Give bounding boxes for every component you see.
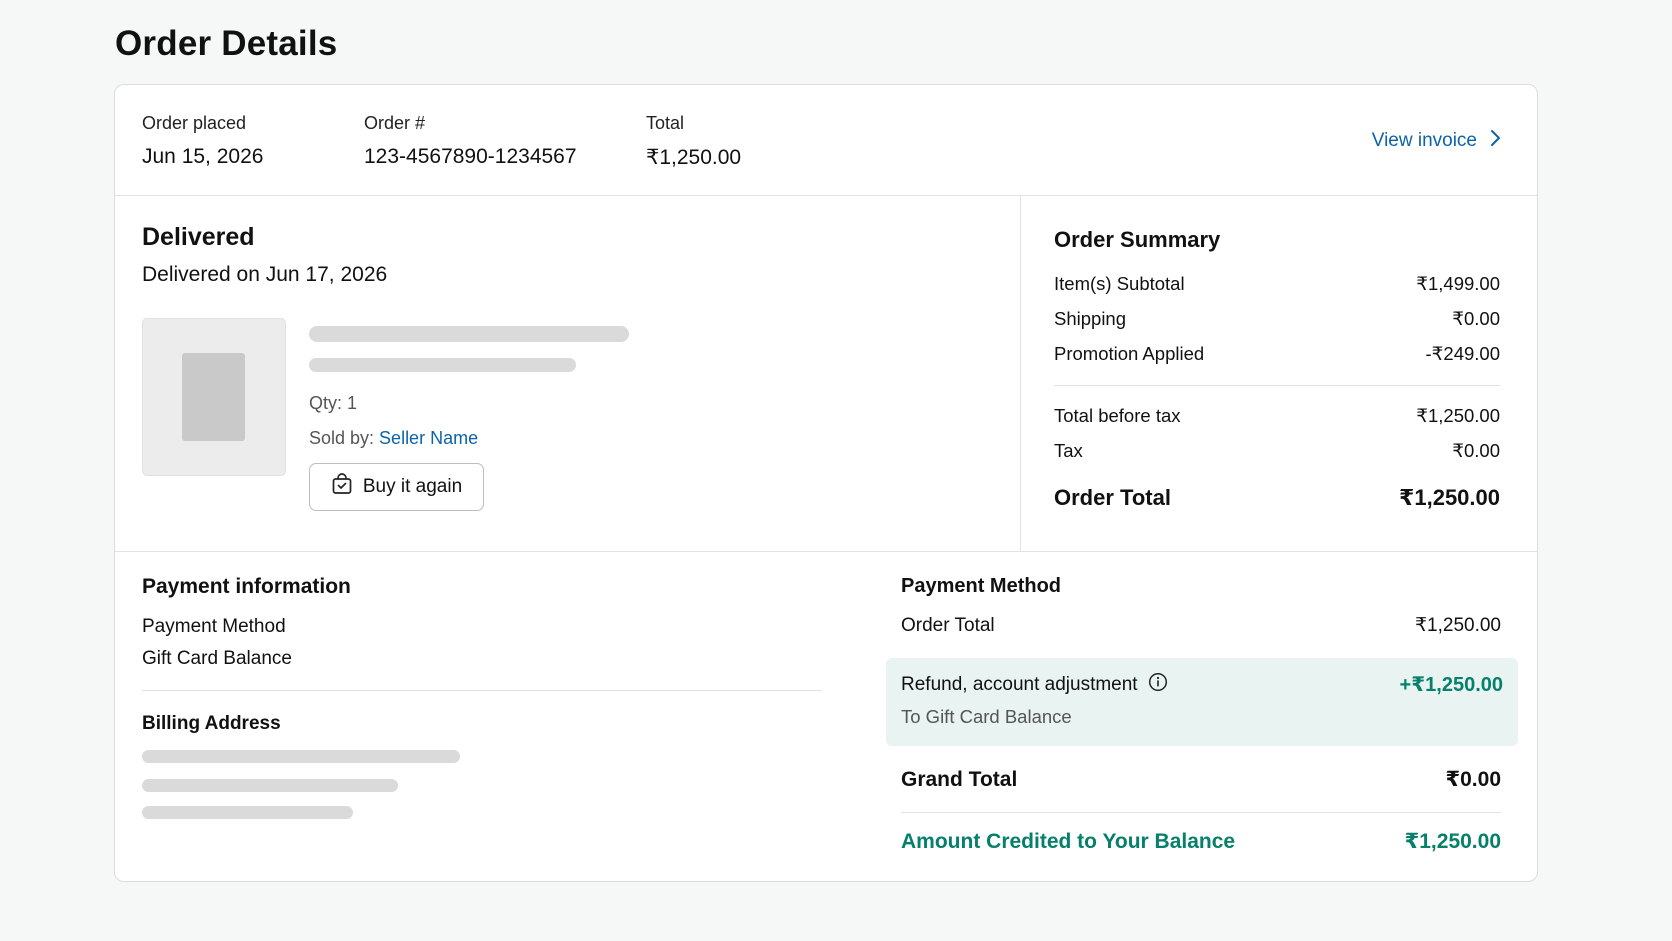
order-total-row: Order Total ₹1,250.00 [1054,480,1500,515]
summary-row: Tax ₹0.00 [1054,433,1500,468]
product-image-placeholder [182,353,245,441]
refund-amount: +₹1,250.00 [1399,674,1503,696]
summary-divider [1054,385,1500,386]
order-number-value: 123-4567890-1234567 [364,145,577,168]
view-invoice-label: View invoice [1371,130,1477,151]
payment-order-total-label: Order Total [901,614,995,636]
summary-row: Total before tax ₹1,250.00 [1054,398,1500,433]
payment-order-total-row: Order Total ₹1,250.00 [901,614,1501,637]
delivery-status: Delivered [142,223,255,251]
summary-row-label: Shipping [1054,307,1127,329]
order-summary: Order Summary Item(s) Subtotal ₹1,499.00… [1054,227,1500,515]
order-total-label: Total [646,113,685,133]
payment-method-breakdown: Payment Method Order Total ₹1,250.00 [901,575,1501,637]
summary-row-value: ₹0.00 [1452,439,1500,461]
summary-row-label: Tax [1054,439,1083,461]
order-placed-label: Order placed [142,113,247,133]
payment-information-title: Payment information [142,575,351,598]
payment-method-label: Payment Method [142,616,286,637]
billing-address-line-placeholder [142,779,398,792]
summary-row-label: Promotion Applied [1054,342,1205,364]
order-number-label: Order # [364,113,426,133]
billing-address-line-placeholder [142,806,353,819]
summary-row-label: Item(s) Subtotal [1054,272,1185,294]
summary-row-value: ₹0.00 [1452,307,1500,329]
grand-total-divider [901,812,1501,813]
summary-row: Item(s) Subtotal ₹1,499.00 [1054,266,1500,301]
summary-row-value: ₹1,250.00 [1416,404,1500,426]
payment-method-value: Gift Card Balance [142,648,292,669]
delivery-date: Delivered on Jun 17, 2026 [142,263,388,286]
summary-row-label: Total before tax [1054,404,1181,426]
info-icon[interactable] [1148,672,1168,698]
amount-credited-value: ₹1,250.00 [1404,830,1501,853]
shopping-bag-icon [331,473,353,501]
amount-credited-row: Amount Credited to Your Balance ₹1,250.0… [901,829,1501,854]
refund-adjustment-box: Refund, account adjustment +₹1,250.00 To… [886,658,1518,746]
item-quantity: Qty: 1 [309,393,358,413]
order-total-value: ₹1,250.00 [646,146,742,169]
billing-address-title: Billing Address [142,713,281,734]
grand-total-label: Grand Total [901,767,1018,791]
payment-divider [142,690,822,691]
grand-total-value: ₹0.00 [1445,768,1501,791]
summary-row: Promotion Applied -₹249.00 [1054,336,1500,371]
refund-destination: To Gift Card Balance [901,706,1072,727]
buy-it-again-label: Buy it again [362,476,463,497]
order-details-card: Order placed Jun 15, 2026 Order # 123-45… [114,84,1538,882]
refund-label: Refund, account adjustment [901,674,1138,695]
amount-credited-label: Amount Credited to Your Balance [901,829,1236,853]
section-divider [1020,195,1021,551]
payment-order-total-value: ₹1,250.00 [1414,615,1501,636]
chevron-right-icon [1489,129,1501,153]
order-placed-value: Jun 15, 2026 [142,145,264,168]
product-thumbnail[interactable] [142,318,286,476]
order-number-group: Order # 123-4567890-1234567 [364,113,577,169]
order-total-group: Total ₹1,250.00 [646,113,741,170]
refund-label-group: Refund, account adjustment [901,672,1168,698]
summary-row-value: -₹249.00 [1425,342,1500,364]
view-invoice-link[interactable]: View invoice [1372,129,1501,153]
shipment-section: Delivered Delivered on Jun 17, 2026 Qty:… [115,195,1537,552]
product-subtitle-placeholder [309,358,576,372]
order-placed-group: Order placed Jun 15, 2026 [142,113,263,169]
product-title-placeholder [309,326,629,342]
payment-method-title: Payment Method [901,575,1062,597]
grand-total-row: Grand Total ₹0.00 [901,767,1501,792]
page-title: Order Details [115,24,338,63]
seller-name-link[interactable]: Seller Name [379,428,478,448]
buy-it-again-button[interactable]: Buy it again [309,463,484,511]
summary-row: Shipping ₹0.00 [1054,301,1500,336]
order-total-row-value: ₹1,250.00 [1399,484,1500,510]
order-header: Order placed Jun 15, 2026 Order # 123-45… [115,85,1537,196]
payment-information: Payment information Payment Method Gift … [142,575,822,670]
order-total-row-label: Order Total [1054,484,1171,510]
order-summary-title: Order Summary [1054,227,1221,252]
billing-address-line-placeholder [142,750,460,763]
sold-by: Sold by: Seller Name [309,428,478,449]
sold-by-label: Sold by: [309,428,380,448]
summary-row-value: ₹1,499.00 [1416,272,1500,294]
